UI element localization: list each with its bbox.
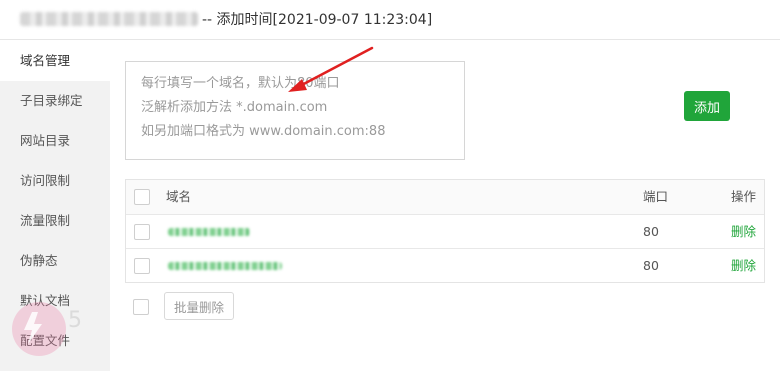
watermark-text: 5	[68, 308, 82, 333]
dialog-title-bar: -- 添加时间[2021-09-07 11:23:04]	[0, 0, 780, 40]
blurred-domain	[168, 262, 282, 270]
blurred-domain	[168, 228, 250, 236]
dialog-title: -- 添加时间[2021-09-07 11:23:04]	[202, 12, 433, 28]
red-arrow-annotation	[288, 46, 374, 92]
column-header-domain: 域名	[166, 189, 192, 204]
sidebar-item-subdirectory-binding[interactable]: 子目录绑定	[0, 81, 110, 121]
row-checkbox[interactable]	[134, 258, 150, 274]
port-cell: 80	[643, 258, 659, 273]
table-row: 80 删除	[126, 214, 764, 248]
sidebar-item-domain-management[interactable]: 域名管理	[0, 41, 110, 81]
add-domain-button[interactable]: 添加	[684, 91, 730, 121]
batch-delete-button[interactable]: 批量删除	[164, 292, 234, 320]
watermark-logo-mark	[24, 312, 42, 344]
select-all-checkbox[interactable]	[134, 189, 150, 205]
blurred-site-name	[20, 12, 198, 26]
sidebar-item-traffic-limit[interactable]: 流量限制	[0, 201, 110, 241]
sidebar-item-access-restriction[interactable]: 访问限制	[0, 161, 110, 201]
table-header-row: 域名 端口 操作	[126, 180, 764, 214]
domain-table: 域名 端口 操作 80 删除 80 删除	[125, 179, 765, 283]
delete-link[interactable]: 删除	[731, 215, 756, 249]
sidebar-item-rewrite[interactable]: 伪静态	[0, 241, 110, 281]
sidebar-item-site-directory[interactable]: 网站目录	[0, 121, 110, 161]
column-header-port: 端口	[643, 189, 669, 204]
placeholder-line: 如另加端口格式为 www.domain.com:88	[141, 124, 386, 139]
batch-select-checkbox[interactable]	[133, 299, 149, 315]
placeholder-line: 泛解析添加方法 *.domain.com	[141, 100, 328, 115]
delete-link[interactable]: 删除	[731, 249, 756, 283]
column-header-action: 操作	[731, 189, 757, 204]
table-row: 80 删除	[126, 248, 764, 282]
domain-management-panel: 每行填写一个域名，默认为80端口 泛解析添加方法 *.domain.com 如另…	[110, 41, 780, 371]
port-cell: 80	[643, 224, 659, 239]
row-checkbox[interactable]	[134, 224, 150, 240]
